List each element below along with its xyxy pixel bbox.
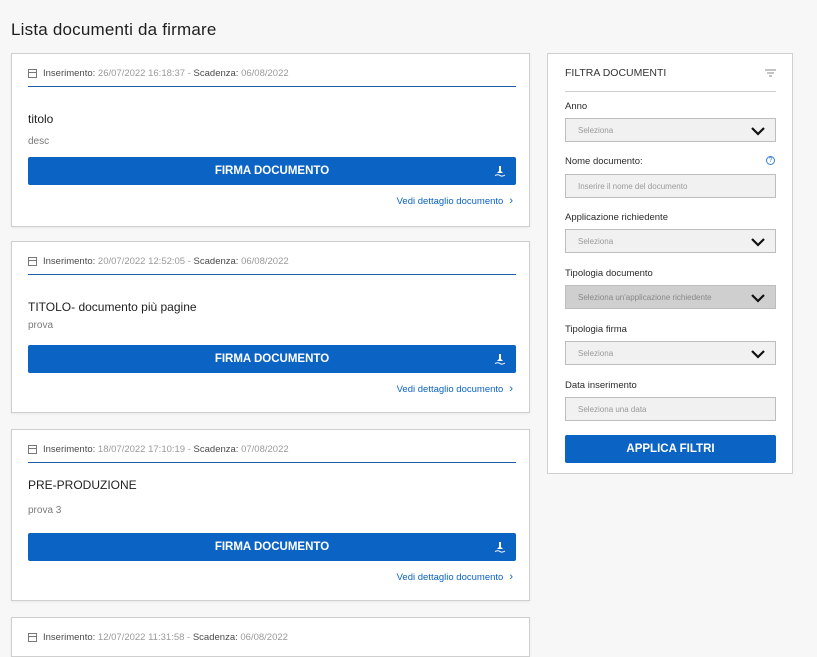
tipologia-documento-label: Tipologia documento	[565, 268, 653, 279]
view-detail-link[interactable]: Vedi dettaglio documento ›	[397, 195, 513, 207]
chevron-down-icon	[751, 294, 765, 303]
document-meta: Inserimento: 26/07/2022 16:18:37 - Scade…	[28, 68, 516, 87]
document-card: Inserimento: 20/07/2022 12:52:05 - Scade…	[11, 241, 530, 413]
inserimento-label: Inserimento:	[43, 632, 96, 643]
document-title: TITOLO- documento più pagine	[28, 300, 197, 314]
nome-documento-placeholder: Inserire il nome del documento	[578, 181, 688, 191]
chevron-right-icon: ›	[509, 195, 513, 207]
scadenza-date: 06/08/2022	[240, 632, 288, 643]
document-description: prova	[28, 320, 54, 331]
chevron-down-icon	[751, 350, 765, 359]
applicazione-select-value: Seleziona	[578, 236, 614, 246]
chevron-down-icon	[751, 127, 765, 136]
scadenza-date: 07/08/2022	[241, 444, 289, 455]
tipologia-documento-select: Seleziona un'applicazione richiedente	[565, 285, 776, 309]
document-card: Inserimento: 12/07/2022 11:31:58 - Scade…	[11, 617, 530, 657]
signature-pen-icon	[494, 542, 506, 553]
view-detail-link[interactable]: Vedi dettaglio documento ›	[397, 383, 513, 395]
sign-document-button[interactable]: FIRMA DOCUMENTO	[28, 345, 516, 373]
help-icon[interactable]: ?	[766, 156, 775, 165]
calendar-icon	[28, 69, 37, 78]
document-description: desc	[28, 136, 50, 147]
chevron-down-icon	[751, 238, 765, 247]
inserimento-label: Inserimento:	[43, 256, 96, 267]
tipologia-documento-select-value: Seleziona un'applicazione richiedente	[578, 292, 712, 302]
tipologia-firma-select-value: Seleziona	[578, 348, 614, 358]
scadenza-date: 06/08/2022	[241, 68, 289, 79]
scadenza-label: Scadenza:	[192, 632, 238, 643]
scadenza-label: Scadenza:	[193, 68, 239, 79]
tipologia-firma-select[interactable]: Seleziona	[565, 341, 776, 365]
filter-header: FILTRA DOCUMENTI	[565, 67, 776, 92]
document-title: PRE-PRODUZIONE	[28, 478, 137, 492]
filter-heading: FILTRA DOCUMENTI	[565, 67, 667, 79]
document-meta: Inserimento: 20/07/2022 12:52:05 - Scade…	[28, 256, 516, 275]
view-detail-label: Vedi dettaglio documento	[396, 195, 504, 207]
tipologia-firma-label: Tipologia firma	[565, 324, 627, 335]
inserimento-date: 26/07/2022 16:18:37	[97, 68, 186, 79]
filter-panel: FILTRA DOCUMENTI Anno Seleziona Nome doc…	[547, 53, 793, 474]
data-inserimento-input[interactable]: Seleziona una data	[565, 397, 776, 421]
anno-label: Anno	[565, 101, 588, 112]
inserimento-label: Inserimento:	[43, 444, 96, 455]
document-title: titolo	[28, 112, 54, 126]
sign-button-label: FIRMA DOCUMENTO	[214, 165, 330, 177]
filter-icon[interactable]	[765, 68, 776, 78]
signature-pen-icon	[494, 354, 506, 365]
nome-documento-input[interactable]: Inserire il nome del documento	[565, 174, 776, 198]
document-meta: Inserimento: 12/07/2022 11:31:58 - Scade…	[28, 632, 516, 650]
applicazione-label: Applicazione richiedente	[565, 212, 668, 223]
page-title: Lista documenti da firmare	[11, 20, 217, 39]
chevron-right-icon: ›	[509, 571, 513, 583]
applicazione-select[interactable]: Seleziona	[565, 229, 776, 253]
chevron-right-icon: ›	[509, 383, 513, 395]
document-description: prova 3	[28, 505, 62, 516]
sign-button-label: FIRMA DOCUMENTO	[214, 353, 330, 365]
data-inserimento-label: Data inserimento	[565, 380, 637, 391]
inserimento-date: 20/07/2022 12:52:05	[97, 256, 186, 267]
document-meta: Inserimento: 18/07/2022 17:10:19 - Scade…	[28, 444, 516, 463]
view-detail-label: Vedi dettaglio documento	[396, 383, 504, 395]
inserimento-label: Inserimento:	[43, 68, 96, 79]
view-detail-link[interactable]: Vedi dettaglio documento ›	[397, 571, 513, 583]
view-detail-label: Vedi dettaglio documento	[396, 571, 504, 583]
document-card: Inserimento: 26/07/2022 16:18:37 - Scade…	[11, 53, 530, 227]
anno-select[interactable]: Seleziona	[565, 118, 776, 142]
sign-document-button[interactable]: FIRMA DOCUMENTO	[28, 157, 516, 185]
inserimento-date: 12/07/2022 11:31:58	[97, 632, 185, 643]
nome-documento-label: Nome documento:	[565, 156, 643, 167]
apply-filters-button[interactable]: APPLICA FILTRI	[565, 435, 776, 463]
signature-pen-icon	[494, 166, 506, 177]
anno-select-value: Seleziona	[578, 125, 614, 135]
calendar-icon	[28, 633, 37, 642]
calendar-icon	[28, 445, 37, 454]
inserimento-date: 18/07/2022 17:10:19	[97, 444, 186, 455]
sign-document-button[interactable]: FIRMA DOCUMENTO	[28, 533, 516, 561]
document-card: Inserimento: 18/07/2022 17:10:19 - Scade…	[11, 429, 530, 601]
scadenza-label: Scadenza:	[193, 444, 239, 455]
scadenza-label: Scadenza:	[193, 256, 239, 267]
scadenza-date: 06/08/2022	[241, 256, 289, 267]
calendar-icon	[28, 257, 37, 266]
data-inserimento-placeholder: Seleziona una data	[578, 404, 647, 414]
sign-button-label: FIRMA DOCUMENTO	[214, 541, 330, 553]
